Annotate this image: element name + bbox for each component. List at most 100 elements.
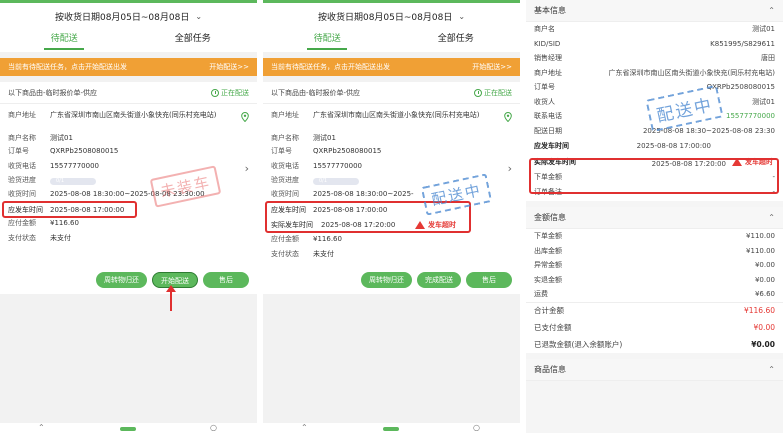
after-sale-button[interactable]: 售后 (203, 272, 249, 288)
complete-delivery-button[interactable]: 完成配送 (417, 272, 461, 288)
tasks-nav-active[interactable] (383, 427, 399, 431)
kv-refunded: 已退款金额(退入余额账户) ¥0.00 (526, 336, 783, 353)
pay-status-label: 支付状态 (8, 234, 36, 242)
tab-pending[interactable]: 待配送 (0, 30, 129, 52)
notice-banner: 当前有待配送任务，点击开始配送出发 开始配送>> (0, 58, 257, 76)
after-sale-button[interactable]: 售后 (466, 272, 512, 288)
amount-value: ¥116.60 (313, 235, 342, 243)
kv-key: KID/SID (534, 39, 561, 48)
kv-value: ¥0.00 (753, 322, 775, 332)
merchant-name-label: 商户名称 (8, 134, 36, 142)
kv-key: 商户名 (534, 25, 555, 34)
home-nav-icon[interactable]: ⌃ (301, 423, 308, 432)
chevron-right-icon[interactable]: › (245, 162, 249, 175)
kv-value: 测试01 (752, 25, 775, 34)
phone-value[interactable]: 15577770000 (313, 161, 512, 171)
merchant-name-row: 商户名称 测试01 (263, 133, 520, 143)
return-containers-button[interactable]: 周转物归还 (361, 272, 412, 288)
merchant-name-row: 商户名称 测试01 (0, 133, 257, 143)
chevron-down-icon: ⌄ (458, 12, 466, 21)
chevron-right-icon[interactable]: › (508, 162, 512, 175)
merchant-address-label: 商户地址 (271, 111, 299, 119)
date-filter[interactable]: 按收货日期08月05日~08月08日 ⌄ (0, 0, 257, 30)
order-status: 正在配送 (474, 88, 512, 98)
kv-key: 合计金额 (534, 306, 564, 315)
amount-info-header[interactable]: 金额信息 ⌃ (526, 207, 783, 229)
order-source: 以下商品由-临时报价单-供应 (8, 88, 98, 97)
kv-total: 合计金额 ¥116.60 (526, 301, 783, 319)
home-nav-icon[interactable]: ⌃ (38, 423, 45, 432)
basic-info-section: 基本信息 ⌃ 商户名 测试01 KID/SID K851995/S829611 销售… (526, 0, 783, 201)
merchant-name-label: 商户名称 (271, 134, 299, 142)
unloaded-stamp: 未装车 (149, 165, 222, 208)
merchant-address-value: 广东省深圳市南山区南头街道小象快充(同乐村充电站) (313, 111, 480, 119)
kv-value: ¥110.00 (746, 232, 775, 241)
action-buttons: 周转物归还 完成配送 售后 (361, 272, 512, 288)
user-nav-icon[interactable]: ○ (473, 423, 480, 432)
date-filter[interactable]: 按收货日期08月05日~08月08日 ⌄ (263, 0, 520, 30)
tab-pending[interactable]: 待配送 (263, 30, 392, 52)
order-source: 以下商品由-临时报价单-供应 (271, 88, 361, 97)
inspection-label: 验货进度 (8, 176, 36, 184)
notice-banner: 当前有待配送任务，点击开始配送出发 开始配送>> (263, 58, 520, 76)
kv-freight: 运费 ¥6.60 (526, 287, 783, 302)
inspection-progress: 0/1 (313, 178, 359, 185)
pay-status-value: 未支付 (50, 234, 71, 242)
basic-info-header[interactable]: 基本信息 ⌃ (526, 0, 783, 22)
tab-all[interactable]: 全部任务 (129, 30, 258, 52)
clock-icon (474, 88, 482, 97)
merchant-address-row: 商户地址 广东省深圳市南山区南头街道小象快充(同乐村充电站) (0, 110, 257, 120)
chevron-down-icon: ⌄ (195, 12, 203, 21)
kv-value: 广东省深圳市南山区南头街道小象快充(同乐村充电站) (608, 68, 775, 77)
kv-key: 商户地址 (534, 68, 562, 77)
product-info-title: 商品信息 (534, 364, 566, 374)
kv-key: 实退金额 (534, 275, 562, 284)
receive-time-label: 收货时间 (8, 190, 36, 198)
red-arrow-annotation (166, 285, 176, 311)
amount-value: ¥116.60 (50, 219, 79, 227)
kv-key: 出库金额 (534, 246, 562, 255)
kv-value: ¥0.00 (754, 261, 775, 270)
delivery-list-panel-unloaded: 按收货日期08月05日~08月08日 ⌄ 待配送 全部任务 当前有待配送任务，点… (0, 0, 257, 433)
location-pin-icon[interactable] (504, 112, 512, 122)
kv-value: 测试01 (752, 97, 775, 106)
kv-key: 联系电话 (534, 112, 562, 121)
phone-value[interactable]: 15577770000 (50, 161, 249, 171)
phone-label: 收货电话 (8, 162, 36, 170)
tasks-nav-active[interactable] (120, 427, 136, 431)
bottom-nav: ⌃ ○ (0, 423, 257, 433)
tab-all[interactable]: 全部任务 (392, 30, 521, 52)
order-no-value: QXRPb2508080015 (313, 147, 382, 155)
kv-value[interactable]: 15577770000 (726, 112, 775, 120)
kv-key: 已退款金额(退入余额账户) (534, 339, 623, 349)
kv-outbound-amount: 出库金额 ¥110.00 (526, 244, 783, 259)
kv-key: 配送日期 (534, 126, 562, 135)
notice-text: 当前有待配送任务，点击开始配送出发 (8, 63, 127, 71)
kv-value: ¥0.00 (754, 275, 775, 284)
pay-status-value: 未支付 (313, 250, 334, 258)
kv-key: 销售经理 (534, 54, 562, 63)
chevron-up-icon[interactable]: ⌃ (768, 6, 775, 15)
tab-bar: 待配送 全部任务 (263, 30, 520, 52)
merchant-name-value: 测试01 (50, 134, 73, 142)
chevron-up-icon[interactable]: ⌃ (768, 213, 775, 222)
product-info-header[interactable]: 商品信息 ⌃ (526, 358, 783, 381)
user-nav-icon[interactable]: ○ (210, 423, 217, 432)
notice-action-link[interactable]: 开始配送>> (209, 62, 249, 72)
amount-info-title: 金额信息 (534, 213, 566, 222)
return-containers-button[interactable]: 周转物归还 (96, 272, 147, 288)
notice-text: 当前有待配送任务，点击开始配送出发 (271, 63, 390, 71)
merchant-address-label: 商户地址 (8, 111, 36, 119)
kv-planned-depart: 应发车时间 2025-08-08 17:00:00 (526, 138, 783, 154)
order-no-label: 订单号 (271, 147, 292, 155)
merchant-address-row: 商户地址 广东省深圳市南山区南头街道小象快充(同乐村充电站) (263, 110, 520, 120)
location-pin-icon[interactable] (241, 112, 249, 122)
kv-kid-sid: KID/SID K851995/S829611 (526, 37, 783, 52)
merchant-address-value: 广东省深圳市南山区南头街道小象快充(同乐村充电站) (50, 111, 217, 119)
amount-label: 应付金额 (8, 219, 36, 227)
clock-icon (211, 88, 219, 97)
kv-value: ¥0.00 (751, 339, 775, 349)
chevron-up-icon[interactable]: ⌃ (768, 365, 775, 374)
notice-action-link[interactable]: 开始配送>> (472, 62, 512, 72)
kv-value: ¥116.60 (743, 306, 775, 315)
